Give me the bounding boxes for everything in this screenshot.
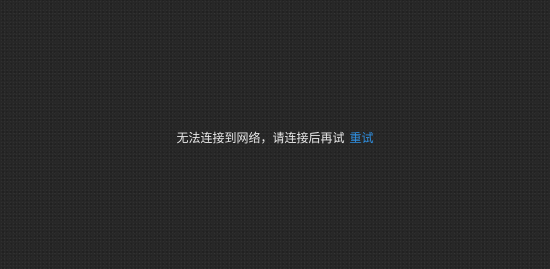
network-error-screen: 无法连接到网络，请连接后再试 重试: [0, 0, 550, 269]
error-message: 无法连接到网络，请连接后再试: [176, 131, 345, 145]
retry-link[interactable]: 重试: [350, 131, 374, 145]
error-message-row: 无法连接到网络，请连接后再试 重试: [0, 130, 550, 146]
